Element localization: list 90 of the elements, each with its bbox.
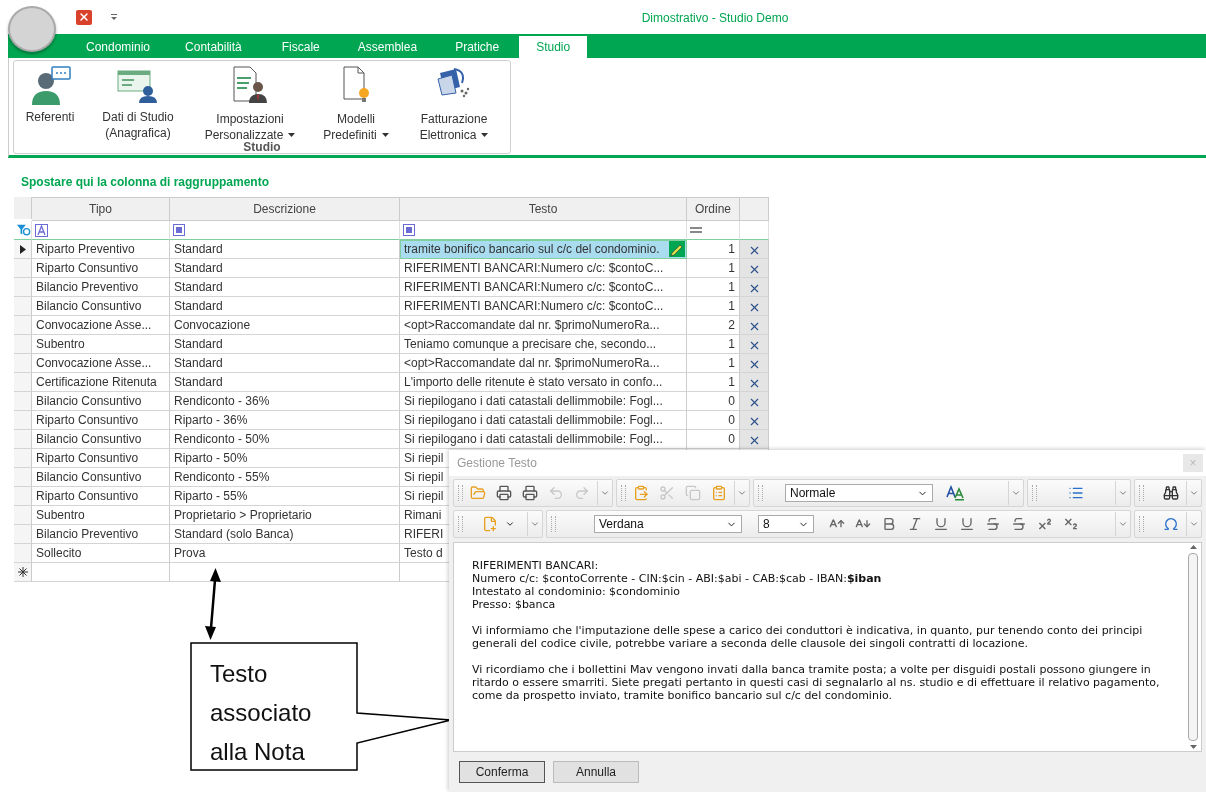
table-cell: Si riepilogano i dati catastali dellimmobile: Fogl...: [400, 411, 687, 430]
pencil-icon[interactable]: [669, 241, 685, 257]
table-cell: Convocazione Asse...: [32, 354, 170, 373]
table-cell: Riparto Preventivo: [32, 240, 170, 259]
caret-icon[interactable]: [505, 519, 515, 529]
table-cell: Bilancio Preventivo: [32, 278, 170, 297]
column-header: [740, 197, 769, 221]
table-cell: Bilancio Preventivo: [32, 525, 170, 544]
table-cell: Convocazione: [170, 316, 400, 335]
filter-operator-icon[interactable]: [173, 224, 185, 236]
table-cell: Convocazione Asse...: [32, 316, 170, 335]
filter-operator-icon[interactable]: [403, 224, 415, 236]
text-editor[interactable]: [453, 542, 1202, 752]
table-cell: Riparto Consuntivo: [32, 449, 170, 468]
table-cell: Standard: [170, 354, 400, 373]
table-cell: Riparto Consuntivo: [32, 259, 170, 278]
customize-toolbar-icon[interactable]: [110, 13, 118, 21]
group-label: Studio: [243, 140, 281, 154]
table-cell: Prova: [170, 544, 400, 563]
table-cell: Rendiconto - 36%: [170, 392, 400, 411]
dialog-button[interactable]: Conferma: [459, 761, 545, 783]
callout-text: Testo associato alla Nota: [210, 659, 313, 767]
table-cell: Subentro: [32, 506, 170, 525]
table-cell: Certificazione Ritenuta: [32, 373, 170, 392]
table-cell: <opt>Raccomandate dal nr. $primoNumeroRa...: [400, 316, 687, 335]
column-header[interactable]: Tipo: [32, 197, 170, 221]
table-cell: Rendiconto - 50%: [170, 430, 400, 449]
application-button[interactable]: [8, 6, 56, 52]
new-row-icon: [17, 567, 28, 577]
table-cell: Sollecito: [32, 544, 170, 563]
ribbon-button[interactable]: Referenti: [14, 61, 86, 125]
table-cell: Riparto - 55%: [170, 487, 400, 506]
current-row-icon: [19, 244, 26, 254]
table-cell: Proprietario > Proprietario: [170, 506, 400, 525]
ribbon-button[interactable]: Impostazioni Personalizzate: [190, 61, 310, 143]
table-cell: Bilancio Consuntivo: [32, 297, 170, 316]
table-cell: <opt>Raccomandate dal nr. $primoNumeroRa...: [400, 354, 687, 373]
table-cell: Bilancio Consuntivo: [32, 468, 170, 487]
column-header[interactable]: Descrizione: [170, 197, 400, 221]
column-header[interactable]: Testo: [400, 197, 687, 221]
table-cell: RIFERIMENTI BANCARI:Numero c/c: $contoC...: [400, 297, 687, 316]
ribbon-button[interactable]: Fatturazione Elettronica: [402, 61, 506, 143]
dialog-title: Gestione Testo: [457, 456, 537, 470]
scrollbar[interactable]: [1185, 543, 1201, 751]
scrollbar-thumb[interactable]: [1188, 553, 1198, 741]
editor-text: Numero c/c: $contoCorrente - CIN:$cin - ABI:$abi - CAB:$cab - IBAN:$iban: [472, 572, 883, 585]
table-cell: Riparto - 50%: [170, 449, 400, 468]
table-cell: Standard: [170, 240, 400, 259]
filter-clear-icon[interactable]: [17, 224, 31, 236]
equals-filter-icon[interactable]: [690, 227, 702, 233]
dialog-button[interactable]: Annulla: [553, 761, 639, 783]
column-header[interactable]: Ordine: [687, 197, 740, 221]
table-cell: RIFERIMENTI BANCARI:Numero c/c: $contoC...: [400, 278, 687, 297]
window-title: Dimostrativo - Studio Demo: [641, 11, 789, 25]
row-header[interactable]: [14, 563, 32, 582]
table-cell: Standard: [170, 278, 400, 297]
scroll-down-icon[interactable]: [1189, 745, 1197, 749]
ribbon-button[interactable]: Dati di Studio (Anagrafica): [86, 61, 190, 141]
header-corner: [14, 197, 32, 219]
group-panel-hint: Spostare qui la colonna di raggruppamento: [21, 175, 270, 189]
table-cell: Bilancio Consuntivo: [32, 430, 170, 449]
table-cell: Rendiconto - 55%: [170, 468, 400, 487]
table-cell: Riparto Consuntivo: [32, 411, 170, 430]
scroll-up-icon[interactable]: [1189, 545, 1197, 549]
editor-text: Intestato al condominio: $condominio: [472, 585, 682, 598]
style-select[interactable]: Normale: [785, 484, 933, 502]
table-cell: Si riepilogano i dati catastali dellimmobile: Fogl...: [400, 392, 687, 411]
cell-editor[interactable]: tramite bonifico bancario sul c/c del condominio.: [400, 240, 687, 259]
table-cell: Riparto Consuntivo: [32, 487, 170, 506]
editor-text: Presso: $banca: [472, 598, 557, 611]
table-cell: Si riepilogano i dati catastali dellimmobile: Fogl...: [400, 430, 687, 449]
table-cell: Subentro: [32, 335, 170, 354]
table-cell: Standard: [170, 335, 400, 354]
text-filter-icon[interactable]: [35, 223, 48, 237]
table-cell: Standard: [170, 373, 400, 392]
table-cell: Riparto - 36%: [170, 411, 400, 430]
ribbon-button[interactable]: Modelli Predefiniti: [310, 61, 402, 143]
editor-text: Vi ricordiamo che i bollettini Mav vengono invati dalla banca tramite posta; a volte per disguidi postali possono giungere in ritardo o essere smarriti. Siete pregati pertanto in questi casi di segnalarlo al ns. studio e di effettuare il relativo pagamento, come da prospetto inviato, tramite bonifico bancario sul c/c del condominio.: [472, 663, 1161, 702]
table-cell: Standard (solo Banca): [170, 525, 400, 544]
table-cell: Standard: [170, 297, 400, 316]
close-icon[interactable]: [76, 9, 92, 25]
table-cell: L'importo delle ritenute è stato versato in confo...: [400, 373, 687, 392]
editor-text: Vi informiamo che l'imputazione delle spese a carico dei conduttori è indicativa, in quanto, pur tenendo conto dei principi generali del codice civile, potrebbe variare a seconda delle clausole dei singoli contratti di locazione.: [472, 624, 1144, 650]
size-select[interactable]: 8: [758, 515, 814, 533]
font-select[interactable]: Verdana: [594, 515, 742, 533]
table-cell: Bilancio Consuntivo: [32, 392, 170, 411]
table-cell: Teniamo comunque a precisare che, secondo...: [400, 335, 687, 354]
table-cell: Standard: [170, 259, 400, 278]
table-cell: RIFERIMENTI BANCARI:Numero c/c: $contoC...: [400, 259, 687, 278]
row-header[interactable]: [14, 240, 32, 259]
